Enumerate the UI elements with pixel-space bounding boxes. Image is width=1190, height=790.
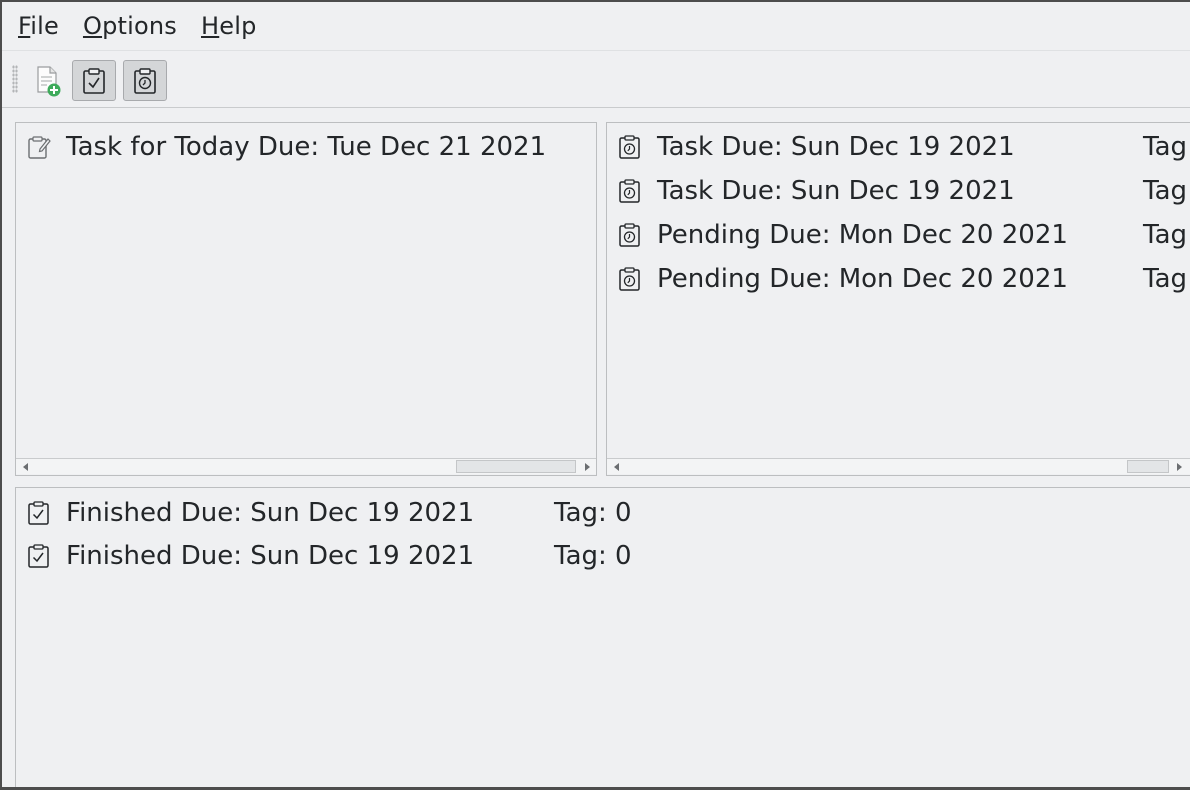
task-text: Task Due: Sun Dec 19 2021 bbox=[657, 132, 1015, 162]
list-item[interactable]: Pending Due: Mon Dec 20 2021 Tag bbox=[617, 215, 1190, 255]
task-text: Finished Due: Sun Dec 19 2021 bbox=[66, 498, 475, 528]
clipboard-clock-icon bbox=[617, 178, 643, 204]
clipboard-clock-icon bbox=[132, 67, 158, 95]
list-item[interactable]: Task Due: Sun Dec 19 2021 Tag bbox=[617, 171, 1190, 211]
menubar: File Options Help bbox=[2, 2, 1190, 50]
task-tag: Tag: 0 bbox=[554, 541, 632, 571]
scroll-right-arrow[interactable] bbox=[1171, 459, 1186, 474]
menu-options-mnemonic: O bbox=[82, 12, 103, 40]
new-task-icon bbox=[32, 64, 64, 98]
finished-task-list[interactable]: Finished Due: Sun Dec 19 2021 Tag: 0 Fin… bbox=[15, 487, 1190, 787]
task-tag: Tag bbox=[1143, 220, 1188, 250]
today-horizontal-scrollbar[interactable] bbox=[16, 458, 596, 474]
show-finished-toggle[interactable] bbox=[72, 60, 116, 101]
scroll-right-arrow[interactable] bbox=[579, 459, 594, 474]
toolbar-grip-handle[interactable] bbox=[12, 65, 18, 93]
menu-file-label: ile bbox=[30, 12, 59, 40]
window-frame-left bbox=[0, 0, 2, 790]
task-tag: Tag bbox=[1143, 176, 1188, 206]
scrollbar-thumb[interactable] bbox=[456, 460, 576, 473]
task-text: Pending Due: Mon Dec 20 2021 bbox=[657, 220, 1068, 250]
menu-file[interactable]: File bbox=[2, 12, 71, 40]
clipboard-check-icon bbox=[26, 543, 52, 569]
scrollbar-thumb[interactable] bbox=[1127, 460, 1169, 473]
list-item[interactable]: Task Due: Sun Dec 19 2021 Tag bbox=[617, 127, 1190, 167]
clipboard-check-icon bbox=[26, 500, 52, 526]
show-pending-toggle[interactable] bbox=[123, 60, 167, 101]
pending-horizontal-scrollbar[interactable] bbox=[607, 458, 1190, 474]
menu-file-mnemonic: F bbox=[18, 12, 31, 40]
scroll-left-arrow[interactable] bbox=[18, 459, 33, 474]
menu-options-label: ptions bbox=[102, 12, 177, 40]
task-text: Task for Today Due: Tue Dec 21 2021 bbox=[66, 132, 547, 162]
list-item[interactable]: Task for Today Due: Tue Dec 21 2021 bbox=[26, 127, 546, 167]
today-task-list[interactable]: Task for Today Due: Tue Dec 21 2021 bbox=[15, 122, 597, 476]
list-item[interactable]: Finished Due: Sun Dec 19 2021 Tag: 0 bbox=[26, 493, 726, 533]
task-text: Finished Due: Sun Dec 19 2021 bbox=[66, 541, 475, 571]
clipboard-clock-icon bbox=[617, 222, 643, 248]
scroll-left-arrow[interactable] bbox=[609, 459, 624, 474]
clipboard-clock-icon bbox=[617, 266, 643, 292]
menu-options[interactable]: Options bbox=[71, 12, 189, 40]
clipboard-check-icon bbox=[81, 67, 107, 95]
list-item[interactable]: Pending Due: Mon Dec 20 2021 Tag bbox=[617, 259, 1190, 299]
menu-help-label: elp bbox=[219, 12, 257, 40]
menu-help-mnemonic: H bbox=[200, 12, 220, 40]
toolbar bbox=[2, 50, 1190, 108]
task-tag: Tag bbox=[1143, 132, 1188, 162]
pending-task-list[interactable]: Task Due: Sun Dec 19 2021 Tag Task Due: … bbox=[606, 122, 1190, 476]
clipboard-edit-icon bbox=[26, 134, 52, 160]
menu-help[interactable]: Help bbox=[189, 12, 269, 40]
clipboard-clock-icon bbox=[617, 134, 643, 160]
task-tag: Tag: 0 bbox=[554, 498, 632, 528]
task-tag: Tag bbox=[1143, 264, 1188, 294]
task-text: Pending Due: Mon Dec 20 2021 bbox=[657, 264, 1068, 294]
task-text: Task Due: Sun Dec 19 2021 bbox=[657, 176, 1015, 206]
new-task-button[interactable] bbox=[26, 60, 70, 101]
list-item[interactable]: Finished Due: Sun Dec 19 2021 Tag: 0 bbox=[26, 536, 726, 576]
